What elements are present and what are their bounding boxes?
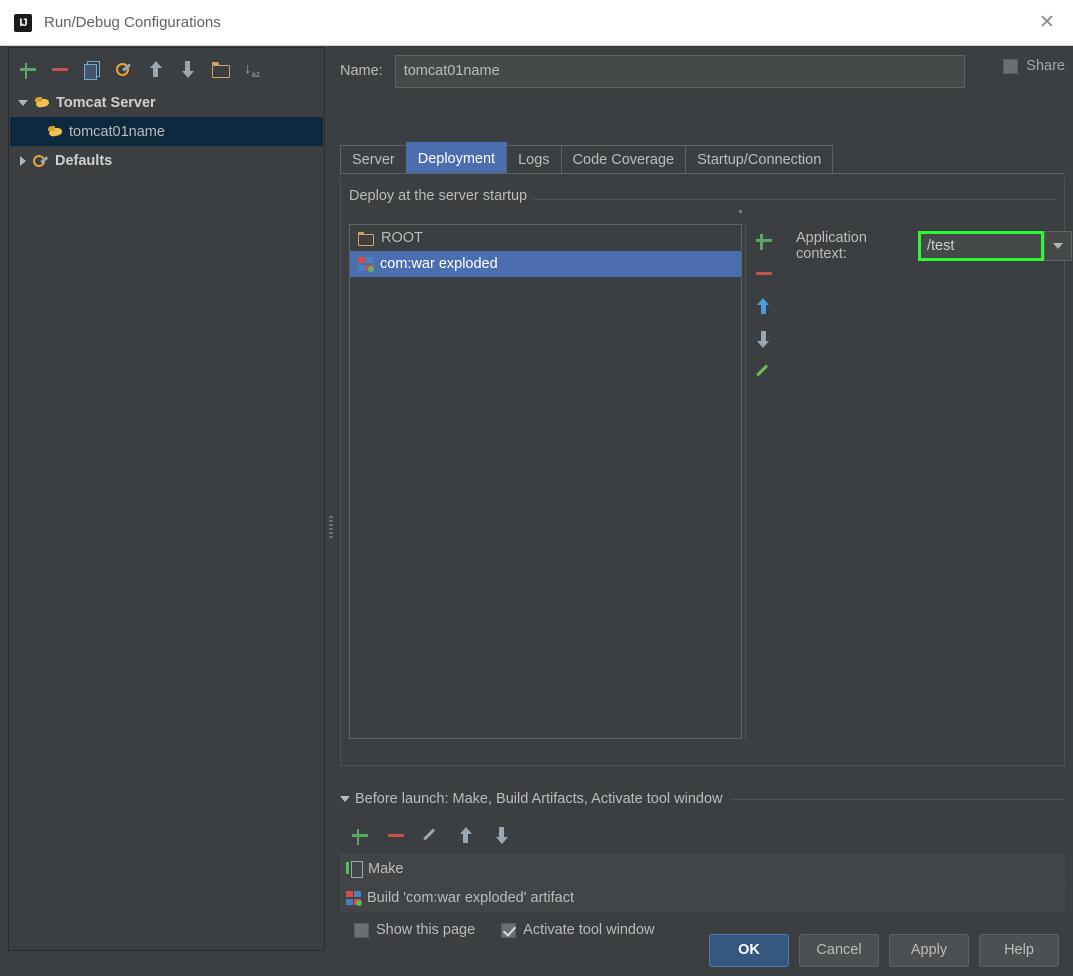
deploy-group-title: Deploy at the server startup (349, 188, 534, 204)
tree-node-tomcat-server[interactable]: Tomcat Server (10, 88, 323, 117)
intellij-idea-logo-icon: IJ (14, 13, 32, 32)
list-item-label: com:war exploded (380, 256, 498, 272)
pencil-icon[interactable] (755, 362, 773, 380)
arrow-down-icon[interactable] (754, 329, 774, 349)
arrow-up-icon[interactable] (754, 296, 774, 316)
window-titlebar: IJ Run/Debug Configurations ✕ (0, 0, 1073, 46)
tree-node-defaults[interactable]: Defaults (10, 146, 323, 175)
arrow-up-icon[interactable] (456, 825, 476, 845)
task-row-build-artifact[interactable]: Build 'com:war exploded' artifact (340, 883, 1065, 912)
application-context-dropdown-button[interactable] (1043, 231, 1072, 261)
artifact-icon (346, 891, 362, 906)
application-context-input[interactable]: /test (917, 231, 1044, 261)
tab-startup-connection[interactable]: Startup/Connection (685, 145, 834, 174)
tree-node-label: Tomcat Server (56, 94, 156, 111)
artifacts-list[interactable]: ROOT com:war exploded (349, 224, 742, 739)
name-input[interactable]: tomcat01name (394, 54, 965, 88)
task-row-make[interactable]: Make (340, 854, 1065, 883)
configurations-toolbar: ↓az (10, 50, 323, 88)
chevron-right-icon[interactable] (20, 155, 26, 166)
name-label: Name: (340, 63, 383, 79)
name-row: Name: tomcat01name (340, 51, 1065, 91)
tab-deployment[interactable]: Deployment (405, 142, 508, 174)
application-context-label: Application context: (796, 230, 867, 262)
chevron-down-icon (1052, 243, 1063, 249)
tree-node-label: Defaults (55, 152, 113, 169)
artifacts-side-toolbar (745, 224, 781, 739)
list-item-label: ROOT (381, 230, 423, 246)
ok-button[interactable]: OK (709, 933, 789, 967)
configurations-left-panel (8, 47, 325, 951)
before-launch-toolbar (340, 818, 1065, 852)
panel-splitter-handle[interactable] (328, 514, 334, 538)
arrow-down-icon[interactable] (492, 825, 512, 845)
run-debug-configurations-dialog: ↓az Tomcat Server tomcat01name Defaults … (0, 46, 1073, 976)
list-item-com-war-exploded[interactable]: com:war exploded (350, 251, 741, 277)
arrow-down-icon[interactable] (178, 59, 198, 79)
chevron-down-icon[interactable] (18, 99, 28, 106)
before-launch-header[interactable]: Before launch: Make, Build Artifacts, Ac… (340, 788, 1065, 810)
artifact-icon (358, 257, 374, 272)
pencil-icon[interactable] (422, 826, 440, 844)
tab-code-coverage[interactable]: Code Coverage (560, 145, 687, 174)
list-item-root[interactable]: ROOT (350, 225, 741, 251)
tomcat-icon (35, 96, 51, 110)
plus-icon[interactable] (350, 825, 370, 845)
tabs-underline (340, 173, 1065, 174)
folder-icon[interactable] (210, 59, 230, 79)
minus-icon[interactable] (754, 263, 774, 283)
defaults-wrench-icon (33, 153, 50, 169)
minus-icon[interactable] (50, 59, 70, 79)
deployment-panel: Deploy at the server startup ROOT com:wa… (340, 178, 1072, 766)
close-icon[interactable]: ✕ (1021, 0, 1073, 45)
share-checkbox[interactable] (1003, 58, 1019, 74)
window-title: Run/Debug Configurations (44, 14, 221, 31)
task-label: Make (368, 861, 404, 877)
tree-node-label: tomcat01name (69, 123, 165, 140)
before-launch-title: Before launch: Make, Build Artifacts, Ac… (355, 791, 723, 807)
tab-server[interactable]: Server (340, 145, 407, 174)
copy-icon[interactable] (82, 59, 102, 80)
help-button[interactable]: Help (979, 933, 1059, 967)
panel-anchor-dot (739, 210, 742, 213)
tab-logs[interactable]: Logs (506, 145, 562, 174)
arrow-up-icon[interactable] (146, 59, 166, 79)
before-launch-task-list: Make Build 'com:war exploded' artifact (340, 854, 1065, 912)
make-icon (346, 861, 363, 878)
cancel-button[interactable]: Cancel (799, 933, 879, 967)
sort-az-icon[interactable]: ↓az (242, 59, 262, 79)
folder-icon (358, 231, 374, 246)
dialog-button-bar: OK Cancel Apply Help (0, 924, 1073, 976)
application-context-row: Application context: /test (796, 230, 1072, 262)
chevron-down-icon[interactable] (340, 796, 350, 802)
plus-icon[interactable] (754, 230, 774, 250)
task-label: Build 'com:war exploded' artifact (367, 890, 575, 906)
minus-icon[interactable] (386, 825, 406, 845)
plus-icon[interactable] (18, 59, 38, 79)
tomcat-icon (48, 125, 64, 139)
settings-tabs: Server Deployment Logs Code Coverage Sta… (340, 142, 1065, 174)
apply-button[interactable]: Apply (889, 933, 969, 967)
tree-node-tomcat01name[interactable]: tomcat01name (10, 117, 323, 146)
share-label: Share (1026, 58, 1065, 74)
configurations-tree: Tomcat Server tomcat01name Defaults (10, 88, 323, 169)
share-checkbox-group[interactable]: Share (1003, 58, 1065, 74)
section-divider (730, 798, 1065, 800)
wrench-icon[interactable] (114, 59, 134, 79)
